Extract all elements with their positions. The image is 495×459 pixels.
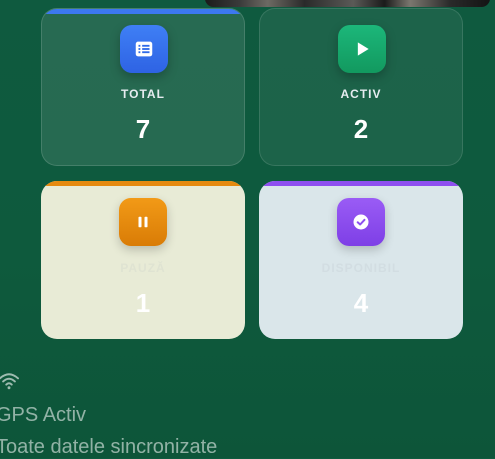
card-accent-bar [42, 9, 244, 14]
stat-label: PAUZĂ [120, 261, 166, 275]
pause-icon [119, 198, 167, 246]
gps-status-text: GPS Activ [0, 404, 87, 426]
stat-label: ACTIV [340, 87, 382, 101]
sync-status-text: Toate datele sincronizate [0, 436, 218, 458]
stat-value: 1 [135, 288, 151, 318]
header-photo [205, 0, 490, 7]
stat-card-total[interactable]: TOTAL 7 [41, 8, 245, 166]
stat-value: 2 [353, 114, 369, 144]
card-accent-bar [259, 181, 463, 186]
stat-value: 4 [353, 288, 369, 318]
play-icon [338, 25, 386, 73]
stat-card-disponibil[interactable]: DISPONIBIL 4 [259, 181, 463, 339]
stat-label: DISPONIBIL [321, 261, 401, 275]
check-circle-icon [337, 198, 385, 246]
wifi-icon [0, 372, 20, 395]
stat-value: 7 [135, 114, 151, 144]
list-icon [120, 25, 168, 73]
stat-card-activ[interactable]: ACTIV 2 [259, 8, 463, 166]
stat-card-pauza[interactable]: PAUZĂ 1 [41, 181, 245, 339]
stat-label: TOTAL [121, 87, 165, 101]
card-accent-bar [41, 181, 245, 186]
